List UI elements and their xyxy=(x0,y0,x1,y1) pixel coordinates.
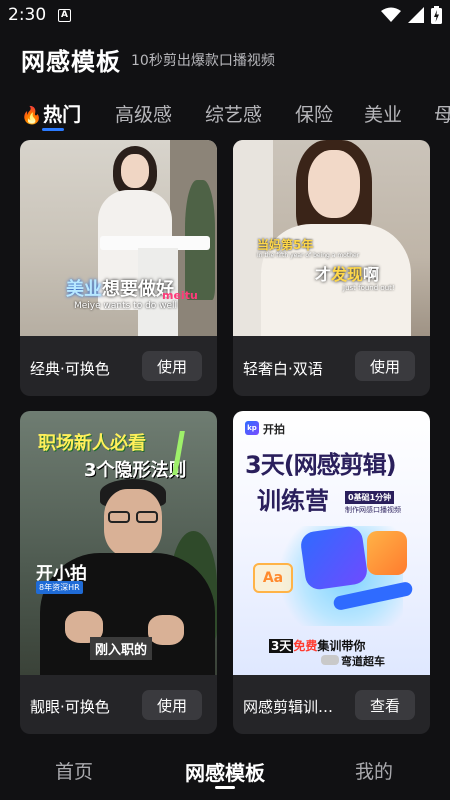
template-thumbnail[interactable]: 职场新人必看 3个隐形法则 开小拍 8年资深HR 刚入职的 xyxy=(20,411,217,675)
tag-line2: 制作网感口播视频 xyxy=(345,506,401,514)
template-card[interactable]: 美业想要做好 Meiye wants to do well meitu 经典·可… xyxy=(20,140,217,396)
overlay-caption: 美业想要做好 xyxy=(66,275,174,301)
glasses-right xyxy=(136,511,158,523)
glasses-left xyxy=(108,511,130,523)
caption-text: 啊 xyxy=(363,265,380,284)
number-3-icon xyxy=(367,531,407,575)
right-hand xyxy=(148,615,184,645)
nav-active-indicator xyxy=(215,786,235,789)
use-button[interactable]: 使用 xyxy=(142,351,202,381)
category-tabs: 🔥热门 高级感 综艺感 保险 美业 母 xyxy=(0,98,450,136)
view-button[interactable]: 查看 xyxy=(355,690,415,720)
status-bar: 2:30 A xyxy=(0,0,450,32)
page-title: 网感模板 xyxy=(21,48,121,76)
face xyxy=(104,489,162,557)
template-title: 经典·可换色 xyxy=(30,360,110,378)
overlay-caption: 刚入职的 xyxy=(90,637,153,660)
tab-hot[interactable]: 🔥热门 xyxy=(21,100,81,127)
overlay-english: Meiye wants to do well xyxy=(74,301,178,311)
template-card[interactable]: 职场新人必看 3个隐形法则 开小拍 8年资深HR 刚入职的 靓眼·可换色 使用 xyxy=(20,411,217,734)
promo-days: 3天 xyxy=(269,639,294,653)
promo-title-line1: 3天(网感剪辑) xyxy=(245,451,397,479)
wifi-icon xyxy=(381,7,401,22)
promo-bottom-line1: 3天 免费集训带你 xyxy=(269,637,365,654)
promo-text: 集训带你 xyxy=(317,639,366,653)
system-icons xyxy=(381,6,442,24)
tag-line1: 0基础1分钟 xyxy=(345,491,395,504)
battery-icon xyxy=(431,6,442,24)
overlay-line1: 当妈第5年 xyxy=(257,238,314,252)
name-tag: 8年资深HR xyxy=(36,581,83,594)
nav-home[interactable]: 首页 xyxy=(55,757,93,784)
nav-profile[interactable]: 我的 xyxy=(355,757,393,784)
tab-variety[interactable]: 综艺感 xyxy=(205,100,262,127)
aa-text-icon: Aa xyxy=(253,563,293,593)
template-title: 网感剪辑训练营 xyxy=(243,698,347,716)
template-thumbnail[interactable]: kp 开拍 3天(网感剪辑) 训练营 0基础1分钟 制作网感口播视频 Aa 3天… xyxy=(233,411,430,675)
use-button[interactable]: 使用 xyxy=(142,690,202,720)
template-thumbnail[interactable]: 当妈第5年 In the fifth year of being a mothe… xyxy=(233,140,430,336)
signal-icon xyxy=(408,7,424,23)
tab-beauty[interactable]: 美业 xyxy=(364,100,402,127)
template-thumbnail[interactable]: 美业想要做好 Meiye wants to do well meitu xyxy=(20,140,217,336)
tab-mother[interactable]: 母 xyxy=(434,100,450,127)
tab-insurance[interactable]: 保险 xyxy=(295,100,333,127)
page-subtitle: 10秒剪出爆款口播视频 xyxy=(131,53,275,69)
overlay-line1-english: In the fifth year of being a mother xyxy=(257,252,360,259)
use-button[interactable]: 使用 xyxy=(355,351,415,381)
caption-highlight: 美业 xyxy=(66,279,102,300)
app-name: 开拍 xyxy=(263,423,285,436)
app-logo-icon: kp xyxy=(245,421,259,435)
fire-icon: 🔥 xyxy=(21,106,43,126)
promo-title-line2: 训练营 xyxy=(257,487,329,515)
overlay-line2-english: Just found out! xyxy=(343,284,395,292)
promo-free: 免费 xyxy=(293,639,318,653)
overlay-line2: 才发现啊 xyxy=(315,261,379,285)
nav-templates[interactable]: 网感模板 xyxy=(185,757,265,786)
face xyxy=(308,150,360,218)
kp-logo-icon xyxy=(299,524,369,592)
car-icon xyxy=(321,655,339,665)
template-card[interactable]: 当妈第5年 In the fifth year of being a mothe… xyxy=(233,140,430,396)
face xyxy=(121,154,149,188)
template-title: 靓眼·可换色 xyxy=(30,698,110,716)
promo-bottom-line2: 弯道超车 xyxy=(341,655,385,668)
tab-label: 热门 xyxy=(43,104,82,126)
template-card[interactable]: kp 开拍 3天(网感剪辑) 训练营 0基础1分钟 制作网感口播视频 Aa 3天… xyxy=(233,411,430,734)
bottom-navigation: 首页 网感模板 我的 xyxy=(0,744,450,800)
tab-indicator xyxy=(42,128,64,131)
notification-icon: A xyxy=(58,9,71,22)
brand-logo: meitu xyxy=(162,289,198,302)
promo-tag: 0基础1分钟 制作网感口播视频 xyxy=(345,485,425,514)
template-title: 轻奢白·双语 xyxy=(243,360,323,378)
status-time: 2:30 xyxy=(8,5,47,25)
overlay-line1: 职场新人必看 xyxy=(38,433,146,454)
tab-premium[interactable]: 高级感 xyxy=(115,100,172,127)
caption-highlight: 发现 xyxy=(331,265,364,284)
caption-text: 才 xyxy=(315,265,332,284)
